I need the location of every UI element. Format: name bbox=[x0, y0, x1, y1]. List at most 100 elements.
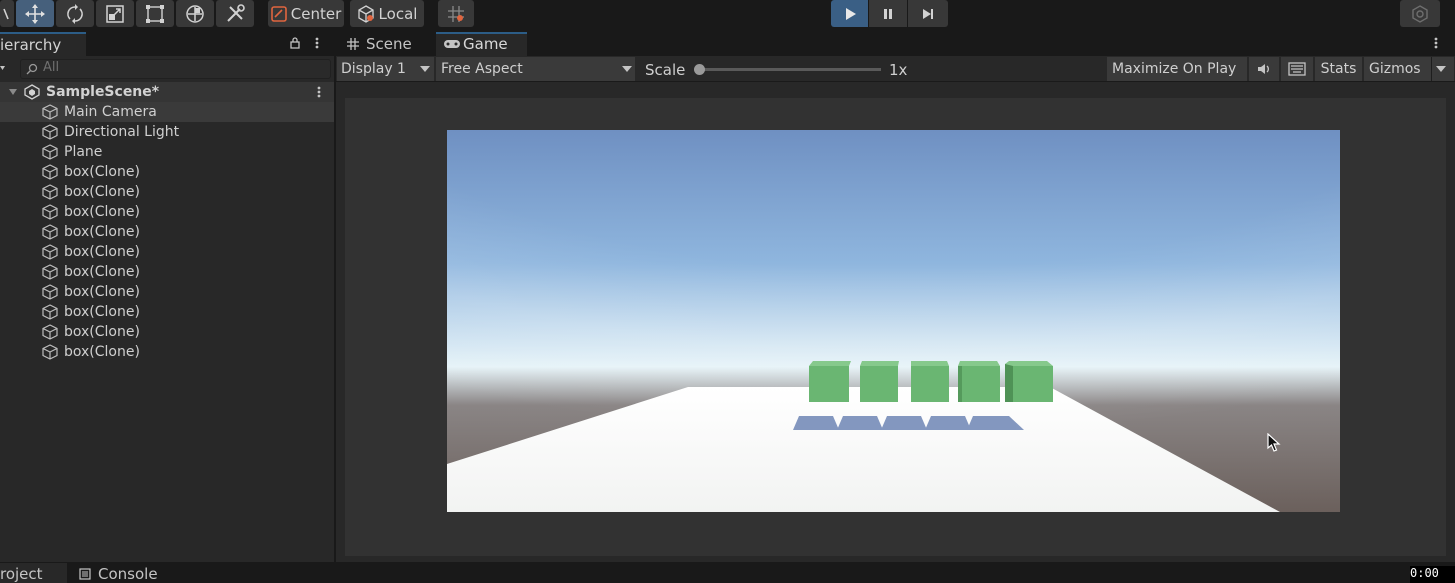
step-icon bbox=[923, 8, 933, 19]
hierarchy-menu-icon[interactable] bbox=[313, 36, 321, 50]
aspect-dropdown-arrow-icon bbox=[622, 66, 632, 72]
tab-project[interactable]: roject bbox=[0, 563, 67, 583]
hierarchy-item[interactable]: box(Clone) bbox=[0, 242, 334, 262]
scale-tool-button[interactable] bbox=[96, 0, 134, 27]
hierarchy-item[interactable]: box(Clone) bbox=[0, 322, 334, 342]
play-button[interactable] bbox=[831, 0, 868, 27]
hierarchy-item[interactable]: box(Clone) bbox=[0, 202, 334, 222]
grid-snap-button[interactable] bbox=[438, 0, 474, 27]
gameobject-cube-icon bbox=[42, 144, 58, 160]
hierarchy-item[interactable]: box(Clone) bbox=[0, 342, 334, 362]
cloud-account-icon bbox=[1412, 4, 1428, 23]
gameobject-cube-icon bbox=[42, 304, 58, 320]
tab-scene[interactable]: Scene bbox=[337, 32, 435, 56]
create-dropdown-icon[interactable] bbox=[0, 63, 8, 73]
project-tab-label: roject bbox=[0, 565, 43, 583]
hierarchy-item[interactable]: box(Clone) bbox=[0, 282, 334, 302]
scene-menu-icon[interactable] bbox=[315, 85, 323, 99]
hierarchy-item-label: Directional Light bbox=[64, 124, 180, 140]
cube-group bbox=[809, 361, 1053, 402]
hierarchy-item-label: box(Clone) bbox=[64, 284, 140, 300]
tools-icon bbox=[227, 3, 245, 22]
hierarchy-item[interactable]: Main Camera bbox=[0, 102, 334, 122]
rotate-tool-button[interactable] bbox=[56, 0, 94, 27]
gizmos-label: Gizmos bbox=[1369, 61, 1421, 77]
game-tab-label: Game bbox=[463, 35, 508, 53]
pivot-center-button[interactable]: Center bbox=[268, 0, 344, 27]
move-tool-button[interactable] bbox=[16, 0, 54, 27]
transform-tool-button[interactable] bbox=[176, 0, 214, 27]
gameobject-cube-icon bbox=[42, 344, 58, 360]
view-tool-button[interactable] bbox=[0, 0, 14, 27]
gameobject-cube-icon bbox=[42, 284, 58, 300]
space-label: Local bbox=[378, 4, 418, 23]
tab-game[interactable]: Game bbox=[436, 32, 527, 56]
game-panel-menu-icon[interactable] bbox=[1432, 36, 1440, 50]
scale-icon bbox=[106, 4, 124, 23]
mute-audio-toggle[interactable] bbox=[1249, 57, 1279, 81]
hierarchy-item[interactable]: box(Clone) bbox=[0, 222, 334, 242]
gizmos-toggle[interactable]: Gizmos bbox=[1364, 57, 1454, 81]
hierarchy-search-input[interactable]: All bbox=[20, 59, 331, 79]
scene-name: SampleScene* bbox=[46, 84, 160, 100]
hierarchy-item[interactable]: Plane bbox=[0, 142, 334, 162]
scene-tab-label: Scene bbox=[366, 35, 412, 53]
hierarchy-item[interactable]: box(Clone) bbox=[0, 182, 334, 202]
hierarchy-item-label: box(Clone) bbox=[64, 304, 140, 320]
pause-icon bbox=[884, 8, 892, 19]
scale-slider-thumb[interactable] bbox=[694, 64, 705, 75]
aspect-dropdown[interactable]: Free Aspect bbox=[436, 57, 635, 81]
move-icon bbox=[25, 3, 45, 24]
space-local-button[interactable]: Local bbox=[350, 0, 424, 27]
hierarchy-item-label: box(Clone) bbox=[64, 264, 140, 280]
hierarchy-item-label: box(Clone) bbox=[64, 184, 140, 200]
maximize-on-play-toggle[interactable]: Maximize On Play bbox=[1107, 57, 1247, 81]
cube-shadows bbox=[793, 416, 1024, 430]
rect-tool-button[interactable] bbox=[136, 0, 174, 27]
pivot-label: Center bbox=[290, 4, 342, 23]
hierarchy-item[interactable]: box(Clone) bbox=[0, 302, 334, 322]
expand-arrow-icon[interactable] bbox=[8, 87, 18, 97]
hierarchy-item[interactable]: box(Clone) bbox=[0, 262, 334, 282]
shortcuts-toggle[interactable] bbox=[1281, 57, 1313, 81]
hierarchy-item-label: box(Clone) bbox=[64, 324, 140, 340]
tab-hierarchy[interactable]: ierarchy bbox=[0, 32, 86, 56]
stats-toggle[interactable]: Stats bbox=[1315, 57, 1362, 81]
hierarchy-item-label: box(Clone) bbox=[64, 244, 140, 260]
rotate-icon bbox=[67, 3, 83, 24]
gameobject-cube-icon bbox=[42, 244, 58, 260]
keyboard-icon bbox=[1288, 62, 1306, 76]
transform-icon bbox=[186, 4, 204, 23]
cube-2 bbox=[860, 361, 899, 402]
cube-4 bbox=[958, 361, 1000, 402]
custom-tool-button[interactable] bbox=[216, 0, 254, 27]
gameobject-cube-icon bbox=[42, 124, 58, 140]
cube-5 bbox=[1005, 361, 1053, 402]
tab-console[interactable]: Console bbox=[70, 563, 170, 583]
local-cube-icon bbox=[357, 4, 374, 23]
search-icon bbox=[26, 63, 38, 75]
rect-transform-icon bbox=[146, 4, 164, 23]
scene-row[interactable]: SampleScene* bbox=[0, 82, 334, 102]
play-icon bbox=[845, 7, 856, 20]
lock-icon[interactable] bbox=[288, 36, 302, 50]
pause-button[interactable] bbox=[869, 0, 907, 27]
console-icon bbox=[79, 568, 91, 580]
bottom-tabbar bbox=[0, 563, 1455, 583]
game-render-view[interactable] bbox=[447, 130, 1340, 512]
account-button[interactable] bbox=[1400, 0, 1440, 27]
hierarchy-item-label: box(Clone) bbox=[64, 164, 140, 180]
display-dropdown[interactable]: Display 1 bbox=[337, 57, 434, 81]
console-tab-label: Console bbox=[98, 565, 158, 583]
stats-label: Stats bbox=[1320, 61, 1357, 77]
cube-3 bbox=[911, 361, 949, 402]
hierarchy-item[interactable]: box(Clone) bbox=[0, 162, 334, 182]
scale-slider[interactable] bbox=[694, 64, 881, 75]
grid-snap-icon bbox=[448, 5, 464, 22]
gameobject-cube-icon bbox=[42, 324, 58, 340]
gizmos-dropdown-arrow-icon[interactable] bbox=[1436, 66, 1446, 72]
gameobject-cube-icon bbox=[42, 204, 58, 220]
hierarchy-item-label: Plane bbox=[64, 144, 103, 160]
step-button[interactable] bbox=[908, 0, 948, 27]
hierarchy-item[interactable]: Directional Light bbox=[0, 122, 334, 142]
